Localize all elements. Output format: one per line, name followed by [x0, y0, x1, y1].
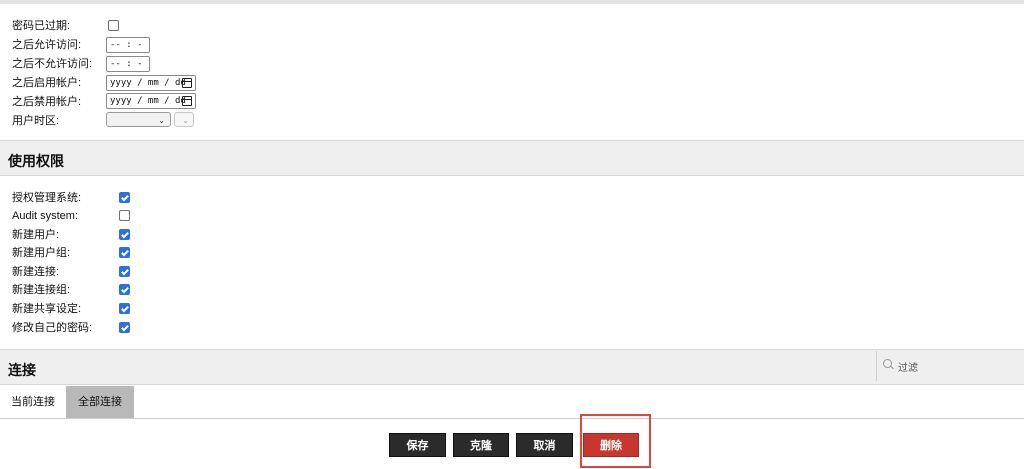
perm-audit-label: Audit system:	[12, 210, 79, 222]
perm-create-sharing-profile-checkbox[interactable]	[119, 303, 130, 314]
permissions-section-header: 使用权限	[0, 140, 1024, 176]
date-placeholder: yyyy / mm / dd	[110, 78, 186, 88]
timezone-select[interactable]: ⌄	[174, 112, 194, 127]
perm-create-connection-group-label: 新建连接组:	[12, 284, 71, 296]
perm-create-user-label: 新建用户:	[12, 229, 60, 241]
perm-admin-label: 授权管理系统:	[12, 192, 82, 204]
perm-audit-checkbox[interactable]	[119, 210, 130, 221]
delete-highlight-frame	[580, 414, 651, 468]
disable-account-after-label: 之后禁用帐户:	[12, 96, 82, 108]
allow-access-after-time[interactable]: -- : --	[106, 37, 150, 64]
filter-placeholder: 过滤	[898, 363, 918, 374]
perm-create-connection-label: 新建连接:	[12, 266, 60, 278]
perm-change-own-password-label: 修改自己的密码:	[12, 322, 93, 334]
perm-create-sharing-profile-label: 新建共享设定:	[12, 303, 82, 315]
deny-access-after-label: 之后不允许访问:	[12, 58, 93, 70]
perm-admin-checkbox[interactable]	[119, 192, 130, 203]
permissions-title: 使用权限	[8, 153, 64, 169]
deny-access-after-time[interactable]: -- : --	[106, 56, 150, 83]
connections-section-header: 连接	[0, 349, 1024, 385]
connection-filter-input[interactable]: 过滤	[876, 351, 1024, 381]
timezone-region-select[interactable]: ⌄	[106, 112, 171, 127]
connection-tabs: 当前连接 全部连接	[0, 386, 1024, 419]
cancel-button[interactable]: 取消	[516, 433, 573, 457]
tab-all-connections[interactable]: 全部连接	[66, 386, 134, 418]
top-divider	[0, 0, 1024, 4]
perm-create-connection-checkbox[interactable]	[119, 266, 130, 277]
clone-button[interactable]: 克隆	[453, 433, 509, 457]
date-placeholder: yyyy / mm / dd	[110, 96, 186, 106]
tab-current-connections[interactable]: 当前连接	[0, 386, 66, 418]
chevron-down-icon: ⌄	[158, 116, 165, 125]
password-expired-label: 密码已过期:	[12, 20, 71, 32]
chevron-down-icon: ⌄	[182, 116, 189, 125]
allow-access-after-label: 之后允许访问:	[12, 39, 82, 51]
perm-create-user-checkbox[interactable]	[119, 229, 130, 240]
save-button[interactable]: 保存	[389, 433, 446, 457]
perm-change-own-password-checkbox[interactable]	[119, 322, 130, 333]
connections-title: 连接	[8, 362, 36, 378]
calendar-icon[interactable]	[182, 78, 192, 88]
perm-create-user-group-checkbox[interactable]	[119, 247, 130, 258]
calendar-icon[interactable]	[182, 96, 192, 106]
search-icon	[883, 359, 892, 368]
password-expired-checkbox[interactable]	[108, 20, 119, 31]
enable-account-after-date[interactable]: yyyy / mm / dd	[106, 75, 196, 91]
user-timezone-label: 用户时区:	[12, 115, 60, 127]
disable-account-after-date[interactable]: yyyy / mm / dd	[106, 93, 196, 109]
perm-create-user-group-label: 新建用户组:	[12, 247, 71, 259]
enable-account-after-label: 之后启用帐户:	[12, 77, 82, 89]
perm-create-connection-group-checkbox[interactable]	[119, 284, 130, 295]
